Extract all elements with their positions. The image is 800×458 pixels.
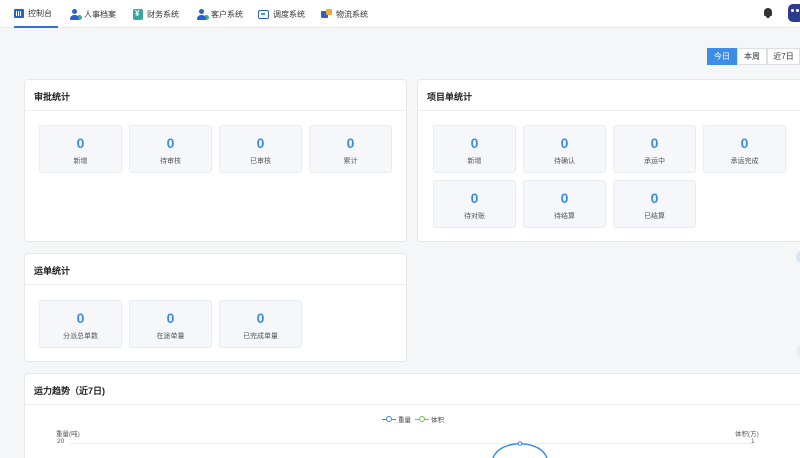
stat-tile: 0 分派总单数 xyxy=(39,300,122,348)
stat-tile: 0 已完成单量 xyxy=(219,300,302,348)
stat-tile: 0 在途单量 xyxy=(129,300,212,348)
nav-item-finance[interactable]: 财务系统 xyxy=(133,0,179,28)
stat-tile: 0 待结算 xyxy=(523,180,606,228)
stat-label: 在途单量 xyxy=(156,333,185,340)
stat-label: 新增 xyxy=(467,158,482,165)
range-button-7days[interactable]: 近7日 xyxy=(767,48,800,65)
stat-value: 0 xyxy=(560,190,569,206)
stat-tile: 0 待确认 xyxy=(523,125,606,173)
range-button-today[interactable]: 今日 xyxy=(707,48,737,65)
stat-value: 0 xyxy=(470,135,479,151)
divider xyxy=(25,404,800,405)
side-float-handle[interactable] xyxy=(796,345,800,357)
range-button-week[interactable]: 本周 xyxy=(737,48,767,65)
stat-label: 待确认 xyxy=(554,158,575,165)
customer-icon xyxy=(196,8,209,20)
nav-item-hr[interactable]: 人事档案 xyxy=(69,0,116,28)
stat-label: 新增 xyxy=(73,158,88,165)
stat-tile: 0 承运完成 xyxy=(703,125,786,173)
stat-value: 0 xyxy=(166,310,175,326)
notification-bell-icon[interactable] xyxy=(763,8,773,18)
stat-label: 已审核 xyxy=(250,158,271,165)
stat-label: 待对账 xyxy=(464,213,485,220)
logistics-icon xyxy=(321,9,332,19)
nav-item-dispatch[interactable]: 调度系统 xyxy=(258,0,305,28)
nav-item-label: 控制台 xyxy=(28,8,52,18)
nav-item-label: 人事档案 xyxy=(84,9,116,19)
side-float-handle[interactable] xyxy=(796,251,800,263)
nav-item-label: 物流系统 xyxy=(336,9,368,19)
person-icon xyxy=(69,8,82,20)
stat-value: 0 xyxy=(650,190,659,206)
stat-tile: 0 已结算 xyxy=(613,180,696,228)
stat-value: 0 xyxy=(650,135,659,151)
stat-tile: 0 待对账 xyxy=(433,180,516,228)
trend-chart-plot xyxy=(70,441,752,458)
legend-item-weight[interactable]: 重量 xyxy=(382,414,411,424)
stat-label: 承运完成 xyxy=(730,158,759,165)
nav-item-customer[interactable]: 客户系统 xyxy=(196,0,243,28)
y-axis-left-label: 重量(吨) xyxy=(56,431,80,438)
card-title: 审批统计 xyxy=(34,92,71,102)
waybill-stats-card: 运单统计 0 分派总单数 0 在途单量 0 已完成单量 xyxy=(24,253,407,362)
divider xyxy=(25,284,406,285)
stat-label: 待结算 xyxy=(554,213,575,220)
nav-item-label: 客户系统 xyxy=(211,9,243,19)
stat-value: 0 xyxy=(740,135,749,151)
divider xyxy=(25,110,406,111)
stat-tile: 0 已审核 xyxy=(219,125,302,173)
stat-label: 已结算 xyxy=(644,213,665,220)
stat-tile: 0 待审核 xyxy=(129,125,212,173)
stat-value: 0 xyxy=(76,135,85,151)
monitor-icon xyxy=(258,9,269,19)
card-title: 运力趋势（近7日) xyxy=(34,386,106,396)
legend-volume-icon xyxy=(415,416,429,422)
stat-label: 待审核 xyxy=(160,158,181,165)
stat-value: 0 xyxy=(346,135,355,151)
stat-value: 0 xyxy=(560,135,569,151)
avatar[interactable] xyxy=(788,4,800,22)
nav-item-dashboard[interactable]: 控制台 xyxy=(14,0,58,28)
stat-value: 0 xyxy=(166,135,175,151)
stat-value: 0 xyxy=(256,310,265,326)
stat-tile: 0 累计 xyxy=(309,125,392,173)
stat-label: 分派总单数 xyxy=(63,333,98,340)
weight-data-point xyxy=(517,441,523,446)
legend-item-volume[interactable]: 体积 xyxy=(415,414,444,424)
stat-value: 0 xyxy=(76,310,85,326)
stat-label: 已完成单量 xyxy=(243,333,278,340)
nav-item-label: 调度系统 xyxy=(273,9,305,19)
y-axis-right-label: 体积(方) xyxy=(735,431,759,438)
stat-value: 0 xyxy=(256,135,265,151)
stat-value: 0 xyxy=(470,190,479,206)
card-title: 项目单统计 xyxy=(427,92,473,102)
stat-tile: 0 承运中 xyxy=(613,125,696,173)
approval-stats-card: 审批统计 0 新增 0 待审核 0 已审核 0 累计 xyxy=(24,79,407,242)
stat-tile: 0 新增 xyxy=(433,125,516,173)
top-nav: 控制台 人事档案 财务系统 客户系统 调度系统 物流系统 xyxy=(0,0,800,28)
project-stats-card: 项目单统计 0 新增 0 待确认 0 承运中 0 承运完成 0 待对账 0 待结… xyxy=(417,79,800,242)
divider xyxy=(418,110,800,111)
dashboard-icon xyxy=(14,8,24,18)
stat-label: 承运中 xyxy=(644,158,665,165)
stat-tile: 0 新增 xyxy=(39,125,122,173)
finance-icon xyxy=(133,8,143,20)
nav-item-label: 财务系统 xyxy=(147,9,179,19)
card-title: 运单统计 xyxy=(34,266,71,276)
legend-weight-icon xyxy=(382,416,396,422)
stat-label: 累计 xyxy=(343,158,358,165)
nav-item-logistics[interactable]: 物流系统 xyxy=(321,0,368,28)
legend-label: 重量 xyxy=(398,417,411,424)
legend-label: 体积 xyxy=(431,417,444,424)
